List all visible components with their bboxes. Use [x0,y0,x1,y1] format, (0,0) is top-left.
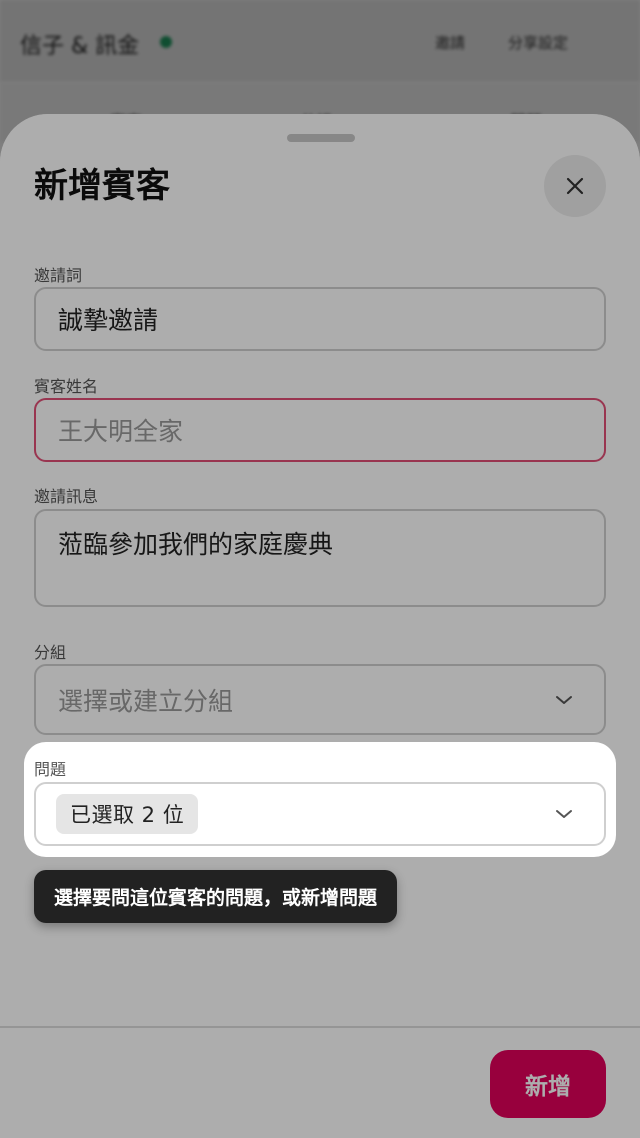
invitation-word-input[interactable]: 誠摯邀請 [34,287,606,351]
add-guest-sheet: 新增賓客 邀請詞 誠摯邀請 賓客姓名 王大明全家 邀請訊息 蒞臨參加我們的家庭慶… [0,114,640,1138]
group-label: 分組 [34,643,67,662]
questions-select[interactable]: 已選取 2 位 [34,782,606,846]
footer-divider [0,1026,640,1028]
sheet-title: 新增賓客 [34,166,170,206]
questions-label: 問題 [34,760,67,779]
invitation-word-value: 誠摯邀請 [58,306,159,335]
sheet-drag-handle[interactable] [287,134,355,142]
group-placeholder: 選擇或建立分組 [58,686,234,716]
invitation-message-label: 邀請訊息 [34,487,99,506]
add-button-label: 新增 [525,1074,571,1100]
questions-tooltip: 選擇要問這位賓客的問題，或新增問題 [34,870,398,923]
invitation-word-label: 邀請詞 [34,266,83,285]
selected-questions-chip[interactable]: 已選取 2 位 [56,794,199,834]
invitation-message-value: 蒞臨參加我們的家庭慶典 [58,530,334,559]
group-select[interactable]: 選擇或建立分組 [34,664,606,735]
questions-field-highlight: 問題 已選取 2 位 [24,742,616,857]
guest-name-placeholder: 王大明全家 [58,417,184,446]
close-button[interactable] [544,155,606,217]
add-button[interactable]: 新增 [490,1050,606,1118]
close-icon [566,177,584,195]
guest-name-input[interactable]: 王大明全家 [34,398,606,462]
invitation-message-textarea[interactable]: 蒞臨參加我們的家庭慶典 [34,509,606,607]
chevron-down-icon [556,810,572,818]
guest-name-label: 賓客姓名 [34,377,99,396]
chevron-down-icon [556,695,572,704]
